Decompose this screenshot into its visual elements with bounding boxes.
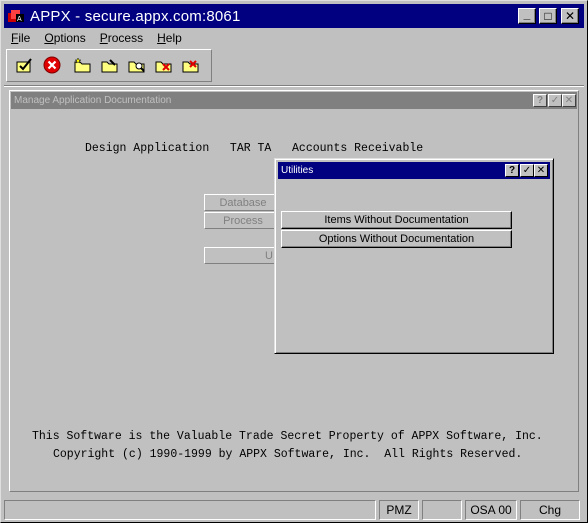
folder-check-icon[interactable] (181, 56, 201, 74)
options-without-documentation-label: Options Without Documentation (318, 233, 475, 245)
inner-window-title-bar[interactable]: Manage Application Documentation ? ✓ ✕ (11, 92, 577, 109)
database-button[interactable]: Database (204, 194, 282, 211)
status-panel-pmz: PMZ (379, 500, 419, 520)
checkmark-icon: ✓ (522, 164, 532, 176)
inner-close-button[interactable]: ✕ (562, 94, 576, 107)
utilities-dialog-title: Utilities (281, 165, 314, 176)
inner-window-title: Manage Application Documentation (14, 95, 172, 106)
menu-options[interactable]: Options (37, 31, 92, 45)
menu-process[interactable]: Process (93, 31, 150, 45)
folder-delete-icon[interactable] (154, 56, 174, 74)
title-bar[interactable]: A APPX - secure.appx.com:8061 _ □ ✕ (4, 4, 584, 28)
process-button[interactable]: Process (204, 212, 282, 229)
inner-help-button[interactable]: ? (533, 94, 547, 107)
trade-secret-notice: This Software is the Valuable Trade Secr… (32, 430, 543, 443)
design-application-line: Design Application TAR TA Accounts Recei… (85, 142, 424, 155)
toolbar (6, 49, 212, 82)
maximize-icon: □ (544, 9, 552, 23)
dialog-close-button[interactable]: ✕ (534, 164, 548, 177)
cancel-icon[interactable] (42, 56, 62, 74)
database-button-label: Database (219, 196, 267, 209)
status-panel-osa: OSA 00 (465, 500, 517, 520)
svg-text:A: A (17, 16, 22, 23)
help-icon: ? (508, 164, 516, 176)
window-title: APPX - secure.appx.com:8061 (30, 7, 241, 25)
inner-ok-button[interactable]: ✓ (548, 94, 562, 107)
appx-logo-icon: A (8, 8, 26, 24)
dialog-ok-button[interactable]: ✓ (520, 164, 534, 177)
status-panel-empty (422, 500, 462, 520)
dialog-help-button[interactable]: ? (505, 164, 519, 177)
close-icon: ✕ (564, 9, 576, 23)
copyright-notice: Copyright (c) 1990-1999 by APPX Software… (53, 448, 523, 461)
check-icon[interactable] (15, 56, 35, 74)
status-bar: PMZ OSA 00 Chg (4, 500, 584, 520)
utilities-button-label: U (265, 249, 273, 262)
app-window: A APPX - secure.appx.com:8061 _ □ ✕ File… (0, 0, 588, 523)
status-panel-mode: Chg (520, 500, 580, 520)
close-icon: ✕ (536, 164, 546, 176)
items-without-documentation-label: Items Without Documentation (324, 214, 469, 226)
close-button[interactable]: ✕ (561, 8, 579, 24)
checkmark-icon: ✓ (550, 94, 560, 106)
maximize-button[interactable]: □ (539, 8, 557, 24)
menu-help[interactable]: Help (150, 31, 189, 45)
folder-edit-icon[interactable] (100, 56, 120, 74)
minimize-button[interactable]: _ (518, 8, 536, 24)
minimize-icon: _ (523, 7, 531, 21)
options-without-documentation-button[interactable]: Options Without Documentation (281, 230, 512, 248)
utilities-button[interactable]: U (204, 247, 282, 264)
menu-bar: File Options Process Help (4, 29, 584, 47)
utilities-dialog: Utilities ? ✓ ✕ Items Without Documentat… (274, 158, 554, 354)
folder-search-icon[interactable] (127, 56, 147, 74)
menu-file[interactable]: File (4, 31, 37, 45)
status-message-panel (4, 500, 376, 520)
utilities-dialog-title-bar[interactable]: Utilities ? ✓ ✕ (278, 162, 550, 179)
items-without-documentation-button[interactable]: Items Without Documentation (281, 211, 512, 229)
close-icon: ✕ (564, 94, 574, 106)
process-button-label: Process (223, 214, 263, 227)
help-icon: ? (536, 94, 544, 106)
toolbar-separator (4, 85, 584, 87)
folder-star-icon[interactable] (73, 56, 93, 74)
